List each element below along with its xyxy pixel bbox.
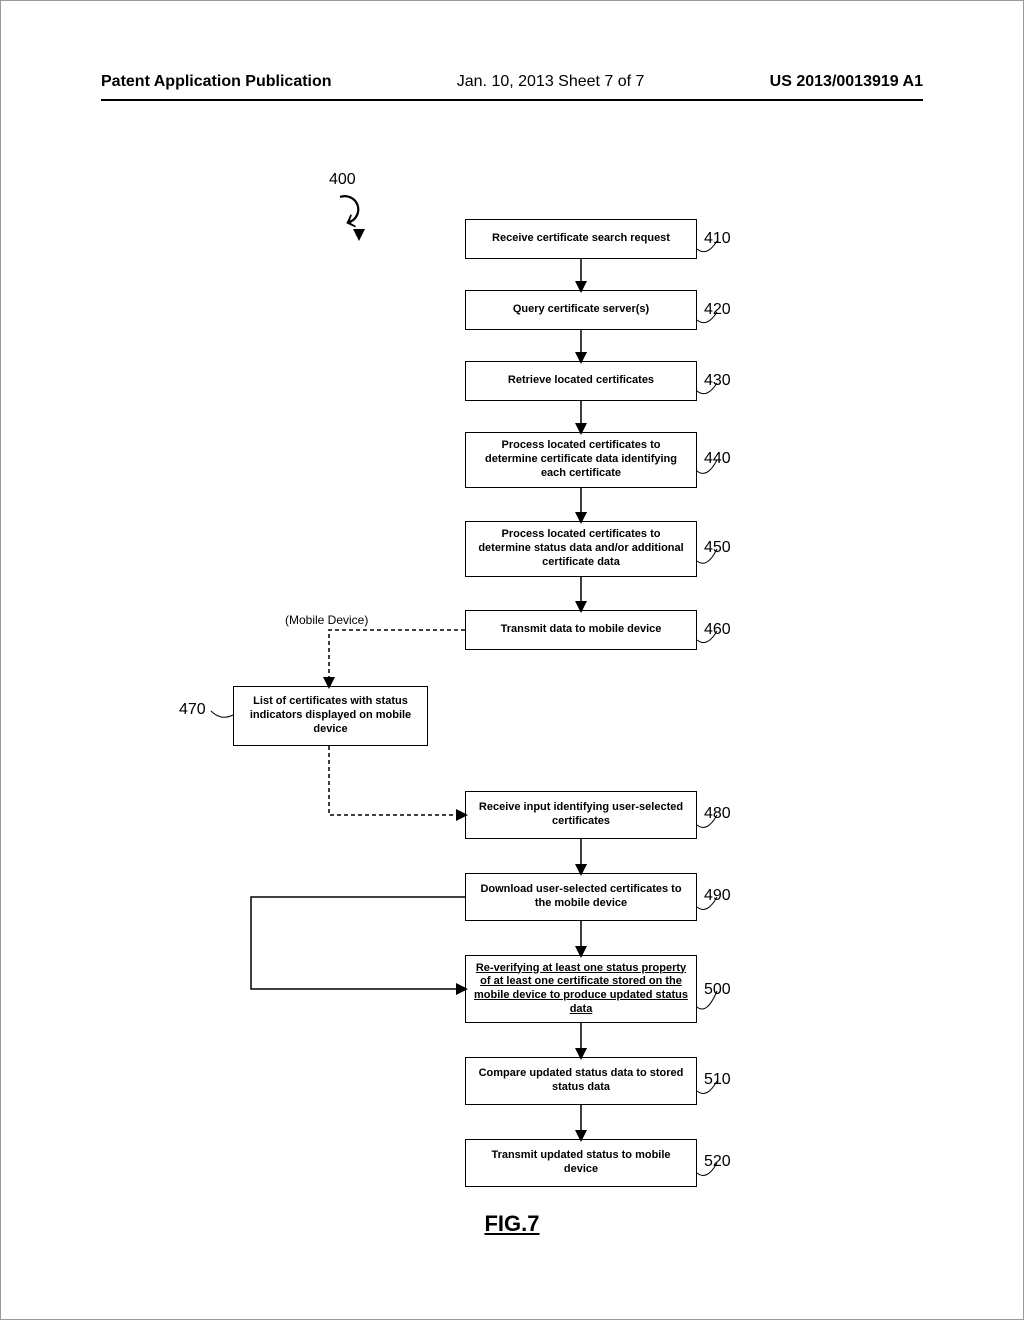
- step-450: Process located certificates to determin…: [465, 521, 697, 577]
- step-label: Query certificate server(s): [513, 303, 649, 317]
- curly-brace-icon: ⤸: [335, 189, 367, 232]
- ref-450: 450: [704, 539, 731, 557]
- ref-410: 410: [704, 230, 731, 248]
- step-440: Process located certificates to determin…: [465, 432, 697, 488]
- step-label: Transmit data to mobile device: [501, 623, 662, 637]
- ref-510: 510: [704, 1071, 731, 1089]
- ref-470: 470: [179, 701, 206, 719]
- mobile-device-label: (Mobile Device): [285, 613, 368, 627]
- step-510: Compare updated status data to stored st…: [465, 1057, 697, 1105]
- step-490: Download user-selected certificates to t…: [465, 873, 697, 921]
- ref-520: 520: [704, 1153, 731, 1171]
- step-label: Receive certificate search request: [492, 232, 670, 246]
- step-label: List of certificates with status indicat…: [242, 695, 419, 736]
- flowchart: 400 ⤸ Receive certificate search request…: [1, 1, 1023, 1319]
- connectors: [1, 1, 1024, 1321]
- ref-420: 420: [704, 301, 731, 319]
- page: Patent Application Publication Jan. 10, …: [0, 0, 1024, 1320]
- ref-500: 500: [704, 981, 731, 999]
- ref-490: 490: [704, 887, 731, 905]
- step-label: Process located certificates to determin…: [474, 439, 688, 480]
- step-460: Transmit data to mobile device: [465, 610, 697, 650]
- step-500: Re-verifying at least one status propert…: [465, 955, 697, 1023]
- step-430: Retrieve located certificates: [465, 361, 697, 401]
- step-label: Process located certificates to determin…: [474, 528, 688, 569]
- step-label: Download user-selected certificates to t…: [474, 883, 688, 911]
- step-420: Query certificate server(s): [465, 290, 697, 330]
- step-label: Transmit updated status to mobile device: [474, 1149, 688, 1177]
- step-label: Retrieve located certificates: [508, 374, 654, 388]
- arrowhead-icon: [353, 229, 365, 241]
- step-label: Receive input identifying user-selected …: [474, 801, 688, 829]
- step-410: Receive certificate search request: [465, 219, 697, 259]
- step-480: Receive input identifying user-selected …: [465, 791, 697, 839]
- ref-480: 480: [704, 805, 731, 823]
- step-label: Re-verifying at least one status propert…: [474, 962, 688, 1017]
- figure-label: FIG.7: [1, 1211, 1023, 1237]
- ref-460: 460: [704, 621, 731, 639]
- ref-430: 430: [704, 372, 731, 390]
- ref-440: 440: [704, 450, 731, 468]
- ref-400: 400: [329, 171, 356, 189]
- step-520: Transmit updated status to mobile device: [465, 1139, 697, 1187]
- step-label: Compare updated status data to stored st…: [474, 1067, 688, 1095]
- step-470: List of certificates with status indicat…: [233, 686, 428, 746]
